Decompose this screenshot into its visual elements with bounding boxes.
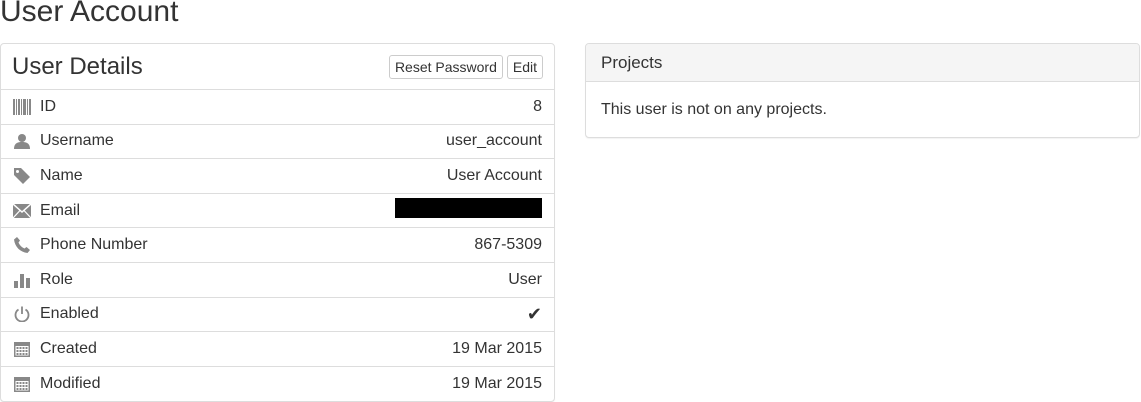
edit-button[interactable]: Edit — [506, 54, 543, 79]
detail-value-username: user_account — [445, 132, 542, 150]
user-details-actions: Reset Password Edit — [388, 54, 543, 79]
user-details-header: User Details Reset Password Edit — [1, 44, 554, 90]
envelope-icon — [13, 202, 31, 220]
detail-row-username: Username user_account — [1, 125, 554, 160]
projects-header: Projects — [586, 44, 1139, 82]
detail-value-email — [395, 198, 542, 223]
enabled-check-icon: ✔ — [526, 303, 542, 324]
detail-value-created: 19 Mar 2015 — [452, 339, 542, 357]
calendar-icon — [13, 340, 31, 358]
detail-label-username: Username — [40, 132, 114, 150]
phone-icon — [13, 236, 31, 254]
detail-row-name: Name User Account — [1, 159, 554, 194]
detail-row-email: Email — [1, 194, 554, 229]
user-details-title: User Details — [12, 52, 143, 80]
calendar-icon — [13, 375, 31, 393]
projects-empty-message: This user is not on any projects. — [601, 100, 827, 118]
page-title: User Account — [0, 0, 179, 28]
stats-icon — [13, 271, 31, 289]
barcode-icon — [13, 98, 31, 116]
detail-row-modified: Modified 19 Mar 2015 — [1, 367, 554, 402]
detail-label-email: Email — [40, 201, 81, 219]
detail-label-enabled: Enabled — [40, 305, 99, 323]
tag-icon — [13, 167, 31, 185]
detail-value-modified: 19 Mar 2015 — [452, 375, 542, 393]
detail-row-phone: Phone Number 867-5309 — [1, 228, 554, 263]
detail-row-created: Created 19 Mar 2015 — [1, 332, 554, 367]
user-details-panel: User Details Reset Password Edit ID 8 Us… — [0, 43, 555, 402]
detail-row-role: Role User — [1, 263, 554, 298]
reset-password-button[interactable]: Reset Password — [388, 54, 503, 79]
detail-value-name: User Account — [446, 166, 542, 184]
detail-value-role: User — [508, 270, 542, 288]
detail-label-name: Name — [40, 166, 83, 184]
detail-row-id: ID 8 — [1, 90, 554, 125]
detail-row-enabled: Enabled ✔ — [1, 298, 554, 333]
detail-label-created: Created — [40, 339, 97, 357]
detail-label-phone: Phone Number — [40, 236, 148, 254]
projects-panel: Projects This user is not on any project… — [585, 43, 1140, 138]
detail-label-role: Role — [40, 270, 73, 288]
detail-value-phone: 867-5309 — [474, 236, 542, 254]
detail-label-modified: Modified — [40, 375, 101, 393]
redacted-email — [395, 198, 542, 219]
power-icon — [13, 305, 31, 323]
detail-label-id: ID — [40, 97, 56, 115]
detail-value-id: 8 — [533, 97, 542, 115]
user-icon — [13, 132, 31, 150]
